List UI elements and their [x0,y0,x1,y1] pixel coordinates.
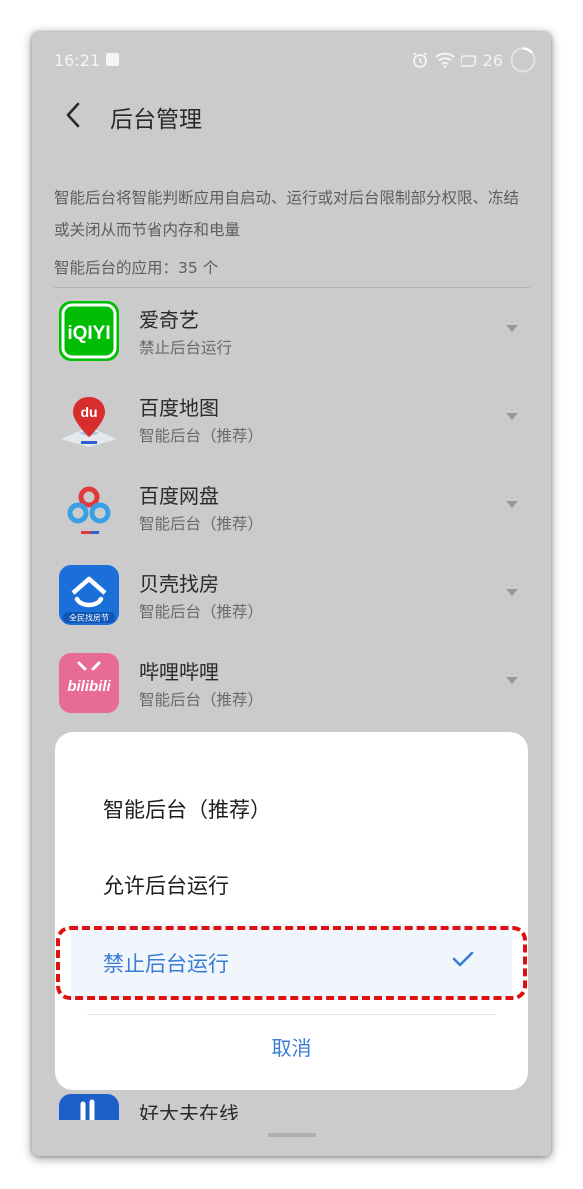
app-name: 好大夫在线 [139,1102,239,1120]
app-row-haodf[interactable]: 好大夫在线 [32,1090,551,1120]
description-text: 智能后台将智能判断应用自启动、运行或对后台限制部分权限、冻结或关闭从而节省内存和… [54,189,520,239]
charging-ring-icon [510,47,536,73]
selection-highlight-annotation [56,926,527,1000]
app-row-beike[interactable]: 全民找房节 贝壳找房 智能后台（推荐） [32,565,551,653]
dropdown-arrow-icon[interactable] [506,677,518,684]
dropdown-arrow-icon[interactable] [506,589,518,596]
app-row-bilibili[interactable]: bilibili 哔哩哔哩 智能后台（推荐） [32,653,551,741]
app-status: 智能后台（推荐） [139,603,264,621]
dropdown-arrow-icon[interactable] [506,325,518,332]
option-label: 允许后台运行 [103,874,229,898]
baidu-netdisk-icon [59,477,119,537]
haodf-icon [59,1094,119,1120]
beike-caption-text: 全民找房节 [69,613,109,623]
divider [54,287,530,288]
beike-icon: 全民找房节 [59,565,119,625]
bilibili-icon: bilibili [59,653,119,713]
status-bar: 16:21 26 [32,32,551,88]
app-status: 禁止后台运行 [139,339,233,357]
back-arrow-icon [66,102,80,128]
upload-notification-icon [106,53,119,66]
dropdown-arrow-icon[interactable] [506,413,518,420]
app-count-text: 智能后台的应用：35 个 [54,259,219,277]
option-label: 智能后台（推荐） [103,798,271,822]
sheet-divider [87,1014,496,1015]
status-icons: 26 [411,46,537,74]
cancel-button[interactable]: 取消 [55,1032,528,1061]
app-status: 智能后台（推荐） [139,427,264,445]
app-name: 贝壳找房 [139,572,219,596]
dropdown-arrow-icon[interactable] [506,501,518,508]
app-row-baidu-netdisk[interactable]: 百度网盘 智能后台（推荐） [32,477,551,565]
app-name: 百度网盘 [139,484,219,508]
back-button[interactable] [58,100,88,130]
app-header: 后台管理 [32,88,551,144]
app-status: 智能后台（推荐） [139,691,264,709]
battery-level: 26 [482,50,503,70]
app-name: 爱奇艺 [139,308,199,332]
home-indicator[interactable] [268,1133,316,1137]
app-name: 哔哩哔哩 [139,660,219,684]
baidu-map-logo-text: du [80,404,97,420]
option-smart-background[interactable]: 智能后台（推荐） [55,770,528,846]
phone-screen: 16:21 26 后台管理 智能后台将智能判断应用自启动、运行或对后台限制部分权… [32,32,551,1156]
option-allow-background[interactable]: 允许后台运行 [55,846,528,922]
app-name: 百度地图 [139,396,219,420]
iqiyi-icon: iQIYI [59,301,119,361]
bilibili-logo-text: bilibili [67,678,111,695]
app-row-iqiyi[interactable]: iQIYI 爱奇艺 禁止后台运行 [32,301,551,389]
iqiyi-logo-text: iQIYI [67,323,110,344]
page-title: 后台管理 [110,107,202,133]
wifi-icon [434,52,455,68]
alarm-icon [412,52,427,68]
baidu-map-icon: du [59,389,119,449]
background-option-sheet: 智能后台（推荐） 允许后台运行 禁止后台运行 取消 [55,732,528,1090]
battery-icon [460,54,476,67]
status-time: 16:21 [54,51,101,70]
app-status: 智能后台（推荐） [139,515,264,533]
app-row-baidu-map[interactable]: du 百度地图 智能后台（推荐） [32,389,551,477]
